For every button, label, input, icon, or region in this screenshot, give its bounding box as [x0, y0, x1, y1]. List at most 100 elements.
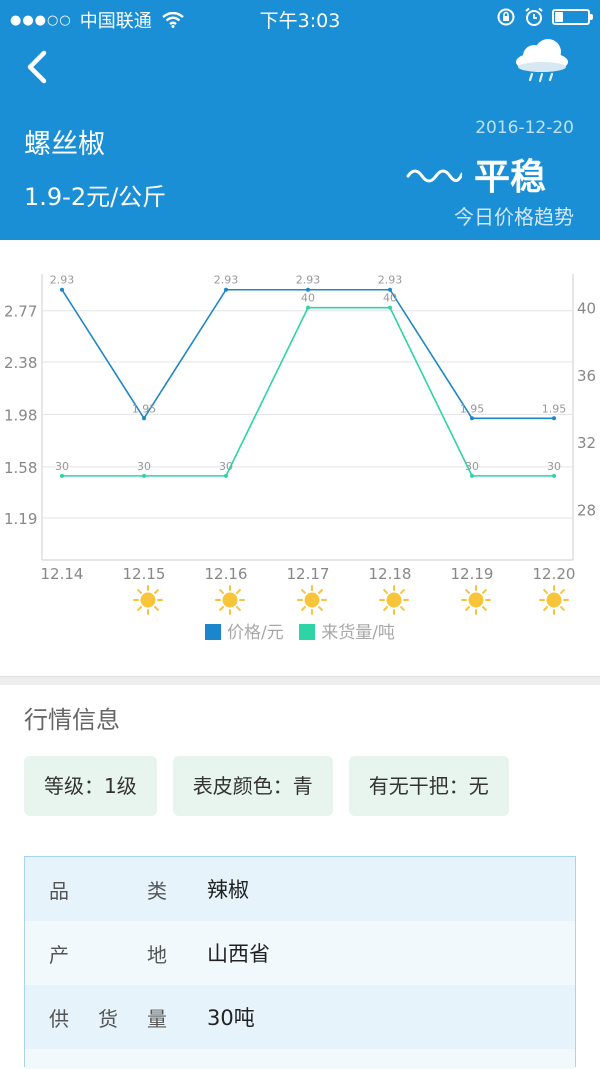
sun-ray [383, 606, 388, 611]
data-point [306, 305, 310, 310]
back-button[interactable] [22, 48, 56, 86]
sun-ray [318, 606, 323, 611]
chart-legend: 价格/元 来货量/吨 [0, 618, 600, 643]
data-label: 30 [137, 460, 151, 473]
sun-ray [560, 606, 565, 611]
sun-ray [400, 606, 405, 611]
sun-ray [236, 606, 241, 611]
data-label: 2.93 [296, 274, 321, 287]
data-point [470, 473, 474, 478]
trend-caption: 今日价格趋势 [454, 205, 574, 229]
sun-ray [137, 589, 142, 594]
data-point [142, 473, 146, 478]
trend-status: 平稳 [406, 148, 546, 200]
x-tick-label: 12.20 [533, 565, 576, 583]
data-point [470, 416, 474, 421]
data-label: 40 [383, 292, 397, 305]
sun-ray [318, 589, 323, 594]
data-label: 40 [301, 292, 315, 305]
row-key-char: 地 [147, 942, 167, 967]
sun-ray [154, 589, 159, 594]
price-range: 1.9-2元/公斤 [24, 183, 167, 211]
data-point [388, 305, 392, 310]
data-label: 30 [55, 460, 69, 473]
data-point [224, 473, 228, 478]
price-volume-chart: 2.77 2.38 1.98 1.58 1.19 40 36 32 28 12.14 12.15 12… [0, 240, 600, 676]
data-label: 2.93 [214, 274, 239, 287]
left-tick-label: 1.19 [4, 510, 37, 528]
wave-icon [406, 169, 462, 183]
row-value: 辣椒 [207, 878, 249, 902]
data-label: 1.95 [542, 402, 567, 415]
sun-core [140, 592, 156, 608]
sun-core [468, 592, 484, 608]
left-tick-label: 2.38 [4, 354, 37, 372]
sun-ray [400, 589, 405, 594]
legend-item-price: 价格/元 [205, 623, 289, 643]
tag-skin-color: 表皮颜色：青 [172, 756, 333, 816]
sun-core [386, 592, 402, 608]
left-tick-label: 1.98 [4, 406, 37, 424]
battery-icon [552, 9, 593, 25]
row-key-char: 供 [49, 1006, 69, 1031]
legend-item-volume: 来货量/吨 [299, 623, 395, 643]
sun-ray [482, 606, 487, 611]
sun-core [546, 592, 562, 608]
alarm-icon [525, 7, 543, 26]
row-key: 品类 [25, 875, 207, 904]
product-name: 螺丝椒 [24, 129, 105, 160]
sun-ray [543, 589, 548, 594]
sun-ray [301, 606, 306, 611]
header: ●●●○○ 中国联通 下午3:03 螺丝椒 1.9-2元/公斤 2016-12-… [0, 0, 600, 240]
data-label: 1.95 [132, 402, 157, 415]
sun-ray [137, 606, 142, 611]
sun-icon [379, 585, 409, 615]
row-key: 产地 [25, 939, 207, 968]
x-tick-label: 12.14 [41, 565, 84, 583]
sun-ray [543, 606, 548, 611]
data-label: 30 [547, 460, 561, 473]
right-tick-label: 28 [577, 502, 596, 520]
sun-ray [236, 589, 241, 594]
data-label: 1.95 [460, 402, 485, 415]
section-title: 行情信息 [24, 706, 120, 734]
sun-ray [301, 589, 306, 594]
sun-ray [482, 589, 487, 594]
row-value: 山西省 [207, 942, 270, 966]
data-point [60, 287, 64, 292]
x-tick-label: 12.16 [205, 565, 248, 583]
sun-ray [154, 606, 159, 611]
data-point [60, 473, 64, 478]
data-label: 30 [465, 460, 479, 473]
row-key: 供货量 [25, 1003, 207, 1032]
legend-swatch-price [205, 624, 222, 640]
chart-canvas: 2.77 2.38 1.98 1.58 1.19 40 36 32 28 12.14 12.15 12… [4, 274, 596, 615]
row-key-char: 类 [147, 878, 167, 903]
sun-core [304, 592, 320, 608]
rotation-lock-icon [497, 8, 515, 26]
sun-core [222, 592, 238, 608]
series-line-1 [62, 306, 554, 477]
sun-ray [383, 589, 388, 594]
section-divider [0, 676, 600, 685]
sun-icon [539, 585, 569, 615]
sun-ray [219, 606, 224, 611]
cloud-rain-icon [516, 39, 568, 83]
tag-grade: 等级：1级 [24, 756, 157, 816]
row-key-char: 产 [49, 942, 69, 967]
tag-dry-stem: 有无干把：无 [348, 756, 509, 816]
data-point [552, 473, 556, 478]
data-point [552, 416, 556, 421]
x-tick-label: 12.18 [369, 565, 412, 583]
trend-date: 2016-12-20 [475, 118, 574, 138]
row-value: 30吨 [207, 1006, 255, 1030]
table-row: 产地 山西省 [25, 921, 575, 985]
sun-icon [297, 585, 327, 615]
row-key-char: 货 [98, 1006, 118, 1031]
row-key-char: 品 [49, 878, 69, 903]
sun-ray [465, 589, 470, 594]
row-key-char: 量 [147, 1006, 167, 1031]
left-tick-label: 2.77 [4, 303, 37, 321]
sun-icon [133, 585, 163, 615]
sun-icon [215, 585, 245, 615]
